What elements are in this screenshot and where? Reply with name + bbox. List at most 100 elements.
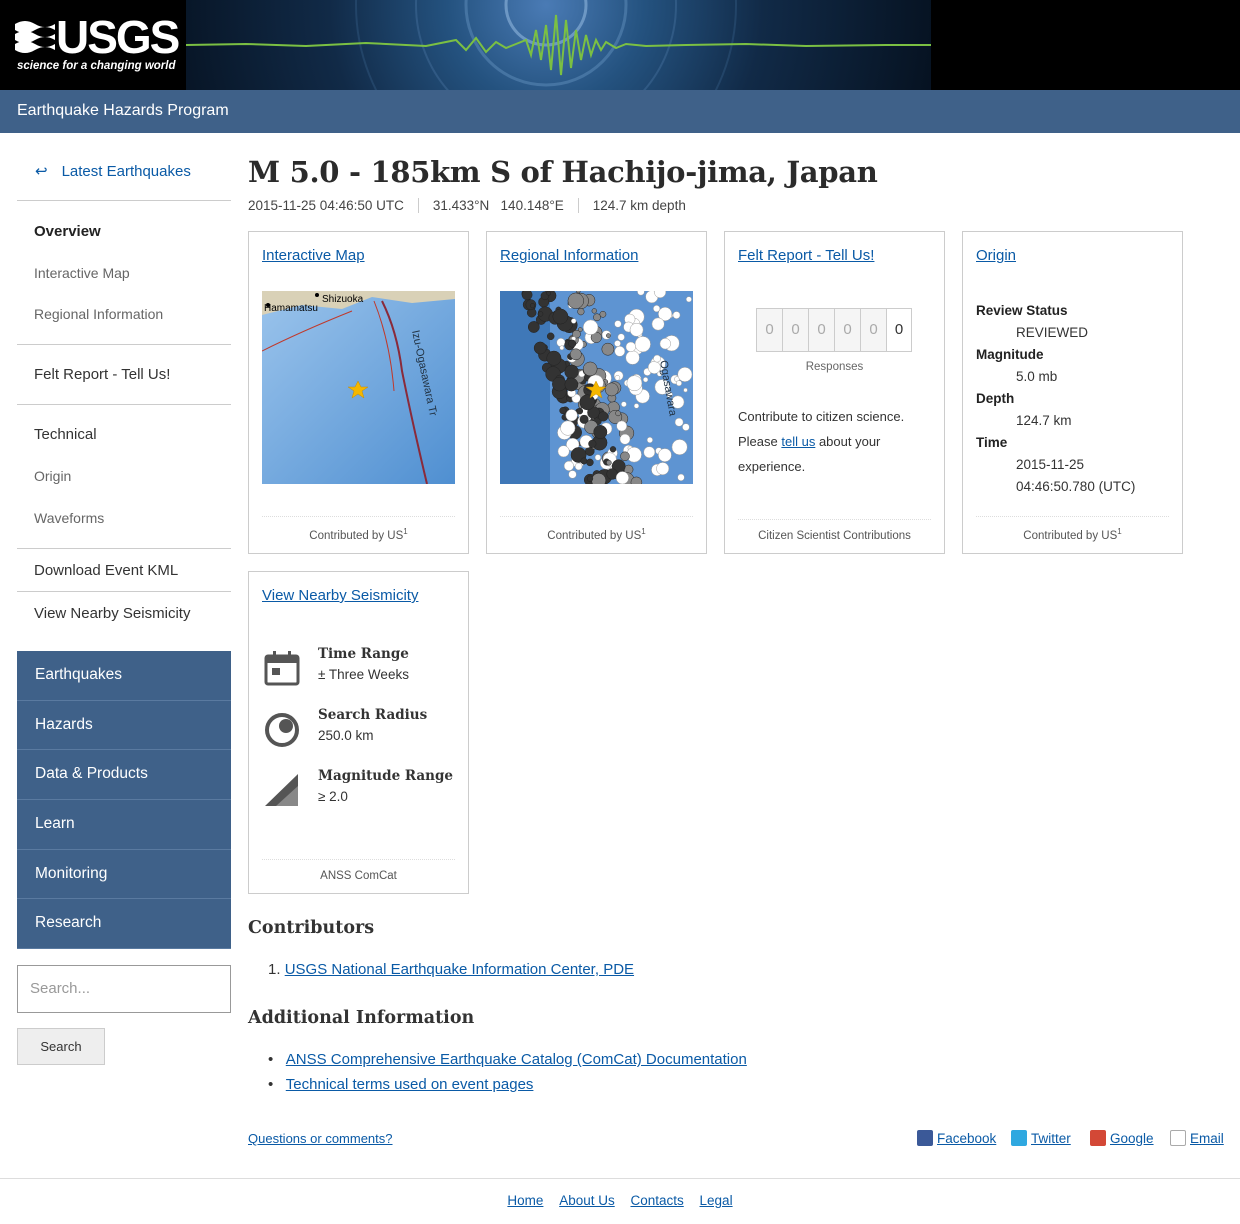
nav-research[interactable]: Research — [17, 899, 231, 950]
regional-map-thumbnail[interactable]: Ogasawara — [500, 291, 693, 484]
quake-dot — [559, 345, 565, 351]
usgs-logo[interactable]: USGS science for a changing world — [0, 0, 186, 90]
card-origin: Origin Review Status REVIEWED Magnitude … — [962, 231, 1183, 554]
interactive-map-thumbnail[interactable]: Shizuoka Hamamatsu Izu-Ogasawara Tr — [262, 291, 455, 484]
quake-dot — [621, 401, 627, 408]
nav-earthquakes[interactable]: Earthquakes — [17, 651, 231, 701]
nav-monitoring[interactable]: Monitoring — [17, 849, 231, 900]
quake-dot — [559, 407, 567, 415]
footer-divider — [0, 1178, 1240, 1179]
nav-data-products[interactable]: Data & Products — [17, 750, 231, 801]
felt-responses-label: Responses — [805, 361, 864, 373]
technical-terms-link[interactable]: Technical terms used on event pages — [286, 1076, 534, 1093]
quake-dot — [552, 308, 569, 325]
quake-dot — [593, 425, 608, 439]
nearby-seismicity-link[interactable]: View Nearby Seismicity — [262, 587, 418, 604]
time-range-label: Time Range — [318, 646, 409, 662]
felt-description: Contribute to citizen science. Please te… — [738, 409, 905, 474]
quake-dot — [594, 454, 602, 461]
footer-legal-link[interactable]: Legal — [700, 1193, 733, 1208]
counter-digit: 0 — [886, 308, 912, 352]
quake-dot — [614, 320, 622, 328]
sidebar-item-waveforms[interactable]: Waveforms — [34, 510, 104, 526]
sidebar-divider — [17, 404, 231, 405]
sidebar-item-origin[interactable]: Origin — [34, 468, 71, 484]
magnitude-range-label: Magnitude Range — [318, 768, 453, 784]
footer-home-link[interactable]: Home — [507, 1193, 543, 1208]
sidebar-item-interactive-map[interactable]: Interactive Map — [34, 265, 130, 281]
search-input[interactable]: Search... — [17, 965, 231, 1013]
quake-dot — [682, 423, 690, 431]
felt-footer: Citizen Scientist Contributions — [738, 519, 931, 542]
quake-dot — [656, 462, 670, 476]
contributor-item: 1. USGS National Earthquake Information … — [268, 961, 635, 978]
quake-dot — [591, 308, 597, 314]
facebook-icon — [917, 1130, 933, 1146]
calendar-icon — [264, 651, 300, 686]
sidebar-item-regional-information[interactable]: Regional Information — [34, 306, 163, 322]
quake-dot — [556, 338, 566, 347]
regional-information-link[interactable]: Regional Information — [500, 247, 638, 264]
footer-contacts-link[interactable]: Contacts — [630, 1193, 683, 1208]
quake-dot — [569, 348, 582, 361]
quake-dot — [646, 436, 653, 444]
felt-report-link[interactable]: Felt Report - Tell Us! — [738, 247, 874, 264]
time-date: 2015-11-25 — [1016, 457, 1085, 472]
quake-dot — [676, 380, 682, 387]
contributor-link[interactable]: USGS National Earthquake Information Cen… — [285, 961, 634, 978]
sidebar-item-technical[interactable]: Technical — [34, 426, 97, 443]
sidebar-divider — [17, 344, 231, 345]
quake-dot — [677, 367, 693, 382]
sidebar-divider — [17, 591, 231, 592]
footer-about-link[interactable]: About Us — [559, 1193, 615, 1208]
map-label-city1: Shizuoka — [322, 294, 364, 305]
search-button[interactable]: Search — [17, 1028, 105, 1065]
quake-dot — [557, 445, 570, 458]
quake-dot — [606, 459, 612, 466]
quake-dot — [521, 291, 533, 301]
quake-dot — [571, 318, 577, 324]
footer-links: Home About Us Contacts Legal — [0, 1193, 1240, 1208]
email-share[interactable]: Email — [1170, 1130, 1224, 1146]
sidebar-divider — [17, 548, 231, 549]
quake-dot — [577, 308, 585, 316]
quake-dot — [614, 375, 621, 381]
quake-dot — [658, 448, 672, 462]
quake-dot — [643, 446, 656, 459]
quake-dot — [582, 361, 598, 377]
quake-dot — [529, 303, 536, 309]
google-share[interactable]: Google — [1090, 1130, 1154, 1146]
contributors-heading: Contributors — [248, 918, 375, 938]
sidebar-item-overview[interactable]: Overview — [34, 223, 101, 240]
sidebar-item-felt-report[interactable]: Felt Report - Tell Us! — [34, 366, 170, 383]
questions-link[interactable]: Questions or comments? — [248, 1131, 393, 1146]
nav-learn[interactable]: Learn — [17, 800, 231, 850]
twitter-share[interactable]: Twitter — [1011, 1130, 1071, 1146]
counter-digit: 0 — [834, 308, 860, 352]
usgs-wave-icon — [15, 21, 55, 53]
latest-earthquakes-link[interactable]: ↩ Latest Earthquakes — [35, 162, 191, 180]
tell-us-link[interactable]: tell us — [781, 434, 815, 449]
quake-dot — [642, 377, 649, 383]
comcat-documentation-link[interactable]: ANSS Comprehensive Earthquake Catalog (C… — [286, 1051, 747, 1068]
magnitude-range-value: ≥ 2.0 — [318, 789, 348, 804]
program-bar[interactable]: Earthquake Hazards Program — [0, 90, 1240, 133]
quake-dot — [576, 291, 581, 294]
facebook-share[interactable]: Facebook — [917, 1130, 996, 1146]
origin-link[interactable]: Origin — [976, 247, 1016, 264]
nav-hazards[interactable]: Hazards — [17, 700, 231, 751]
sidebar-item-view-nearby[interactable]: View Nearby Seismicity — [34, 605, 190, 622]
sidebar-item-download-kml[interactable]: Download Event KML — [34, 562, 178, 579]
quake-dot — [651, 317, 665, 331]
program-title[interactable]: Earthquake Hazards Program — [17, 102, 229, 120]
event-coordinates: 31.433°N 140.148°E — [417, 198, 578, 213]
event-time: 2015-11-25 04:46:50 UTC — [248, 198, 404, 213]
quake-dot — [546, 291, 551, 296]
event-depth: 124.7 km depth — [577, 198, 700, 213]
interactive-map-link[interactable]: Interactive Map — [262, 247, 365, 264]
quake-dot — [672, 311, 681, 319]
quake-dot — [593, 313, 601, 322]
quake-dot — [598, 411, 609, 422]
origin-details: Review Status REVIEWED Magnitude 5.0 mb … — [976, 300, 1135, 498]
quake-dot — [617, 333, 625, 341]
